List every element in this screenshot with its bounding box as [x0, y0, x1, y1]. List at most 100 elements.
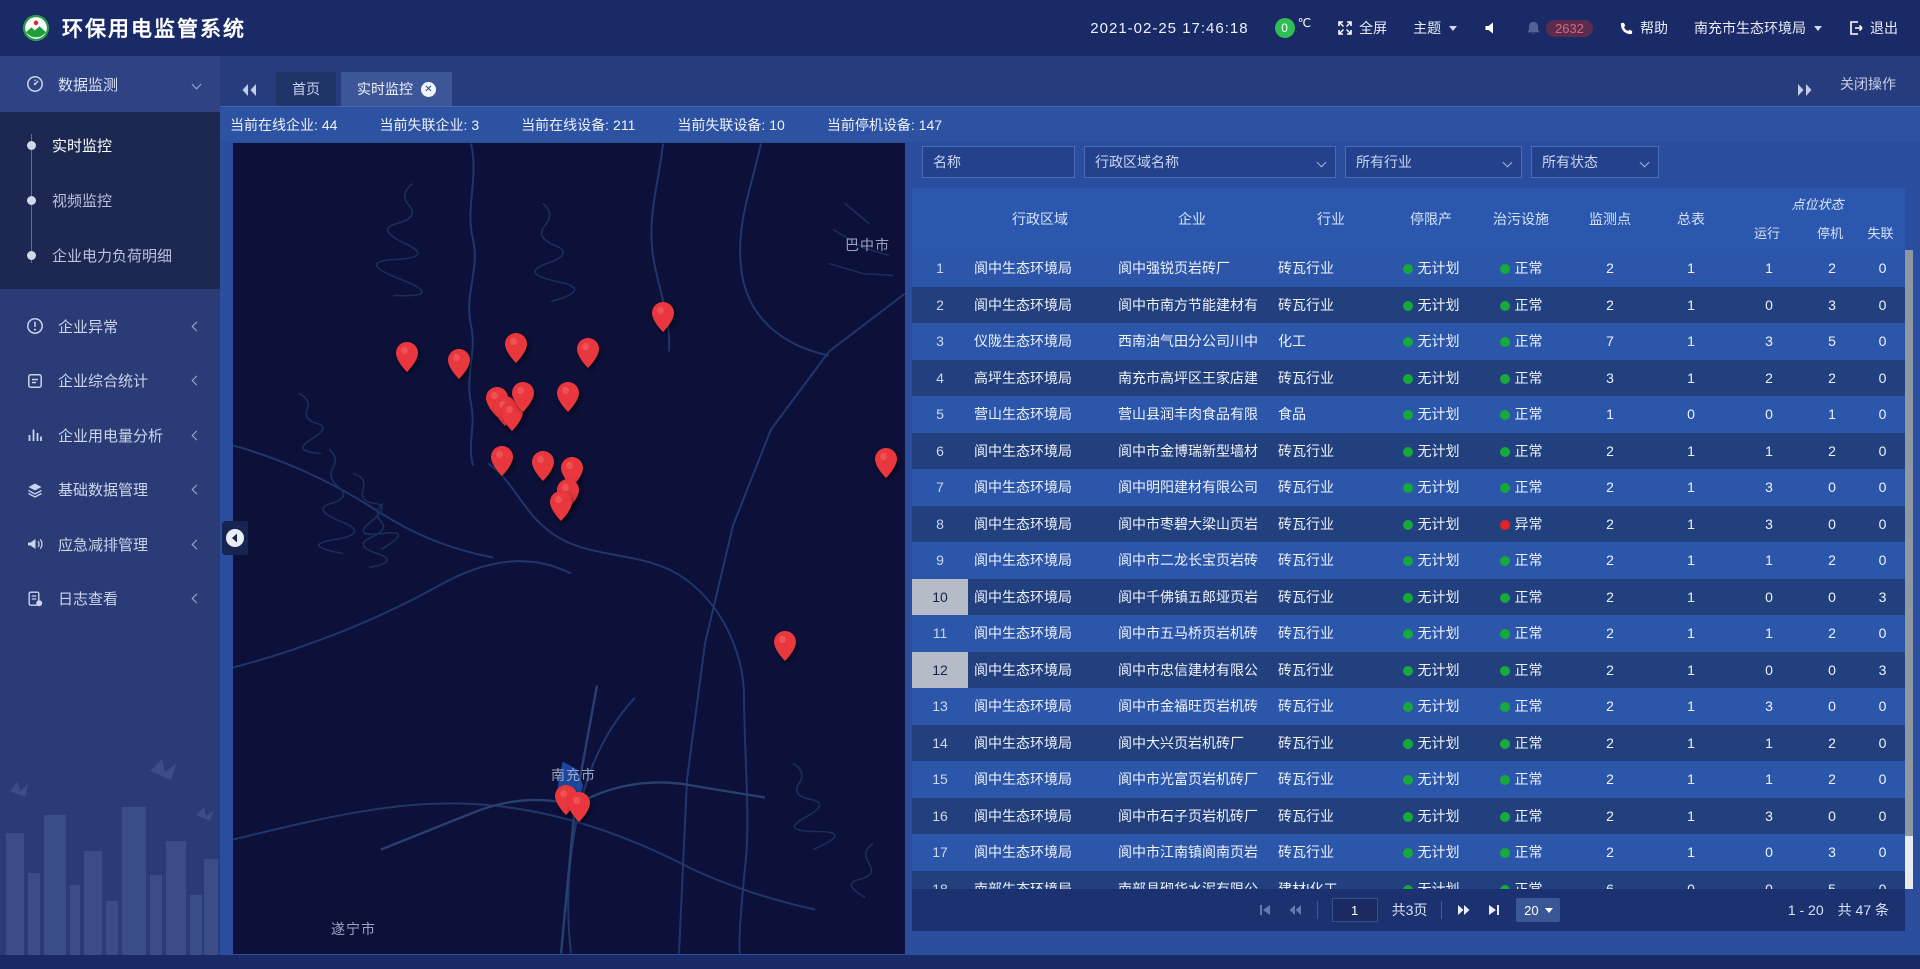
row-lost: 0 [1858, 735, 1905, 751]
tab-realtime-monitoring[interactable]: 实时监控 ✕ [341, 72, 452, 106]
prev-page-icon[interactable] [1287, 902, 1303, 918]
row-meter: 1 [1650, 443, 1732, 459]
region-select[interactable]: 行政区域名称 [1084, 146, 1336, 178]
map-pin[interactable] [550, 491, 572, 521]
map-pin[interactable] [532, 451, 554, 481]
row-industry: 砖瓦行业 [1272, 477, 1390, 497]
name-search-input[interactable] [922, 146, 1075, 178]
close-operations-button[interactable]: 关闭操作 [1840, 74, 1896, 94]
close-icon[interactable]: ✕ [421, 82, 436, 97]
chevron-left-circle-icon [225, 528, 245, 548]
logout-button[interactable]: 退出 [1848, 18, 1898, 38]
map-pin[interactable] [774, 631, 796, 661]
table-row[interactable]: 1 阆中生态环境局 阆中强锐页岩砖厂 砖瓦行业 无计划 正常 2 1 1 2 0 [912, 250, 1905, 287]
stat-value: 211 [613, 117, 635, 133]
status-dot [1403, 410, 1413, 420]
table-row[interactable]: 4 高坪生态环境局 南充市高坪区王家店建 砖瓦行业 无计划 正常 3 1 2 2… [912, 360, 1905, 397]
sidebar-item-realtime-monitoring[interactable]: 实时监控 [0, 118, 220, 173]
table-row[interactable]: 6 阆中生态环境局 阆中市金博瑞新型墙材 砖瓦行业 无计划 正常 2 1 1 2… [912, 433, 1905, 470]
sidebar-item-emergency-reduction[interactable]: 应急减排管理 [0, 517, 220, 572]
row-points: 2 [1570, 297, 1650, 313]
last-page-icon[interactable] [1486, 902, 1502, 918]
first-page-icon[interactable] [1257, 902, 1273, 918]
page-size-select[interactable]: 20 [1516, 898, 1560, 922]
status-dot [1500, 629, 1510, 639]
map-panel[interactable]: 巴中市 南充市 遂宁市 [233, 143, 905, 954]
row-region: 阆中生态环境局 [968, 587, 1112, 607]
table-body: 1 阆中生态环境局 阆中强锐页岩砖厂 砖瓦行业 无计划 正常 2 1 1 2 0… [912, 250, 1905, 889]
sidebar-item-video-monitoring[interactable]: 视频监控 [0, 173, 220, 228]
next-page-icon[interactable] [1456, 902, 1472, 918]
table-row[interactable]: 9 阆中生态环境局 阆中市二龙长宝页岩砖 砖瓦行业 无计划 正常 2 1 1 2… [912, 542, 1905, 579]
map-pin[interactable] [557, 382, 579, 412]
table-row[interactable]: 5 营山生态环境局 营山县润丰肉食品有限 食品 无计划 正常 1 0 0 1 0 [912, 396, 1905, 433]
table-row[interactable]: 13 阆中生态环境局 阆中市金福旺页岩机砖 砖瓦行业 无计划 正常 2 1 3 … [912, 688, 1905, 725]
row-index: 18 [912, 871, 968, 890]
status-select[interactable]: 所有状态 [1531, 146, 1659, 178]
sidebar-item-enterprise-statistics[interactable]: 企业综合统计 [0, 354, 220, 409]
fullscreen-button[interactable]: 全屏 [1337, 18, 1387, 38]
row-region: 阆中生态环境局 [968, 550, 1112, 570]
table-row[interactable]: 14 阆中生态环境局 阆中大兴页岩机砖厂 砖瓦行业 无计划 正常 2 1 1 2… [912, 725, 1905, 762]
map-pin[interactable] [652, 302, 674, 332]
sidebar-item-base-data[interactable]: 基础数据管理 [0, 463, 220, 518]
table-row[interactable]: 12 阆中生态环境局 阆中市忠信建材有限公 砖瓦行业 无计划 正常 2 1 0 … [912, 652, 1905, 689]
table-row[interactable]: 8 阆中生态环境局 阆中市枣碧大梁山页岩 砖瓦行业 无计划 异常 2 1 3 0… [912, 506, 1905, 543]
sidebar-item-enterprise-abnormal[interactable]: 企业异常 [0, 299, 220, 354]
table-row[interactable]: 7 阆中生态环境局 阆中明阳建材有限公司 砖瓦行业 无计划 正常 2 1 3 0… [912, 469, 1905, 506]
map-pin[interactable] [448, 349, 470, 379]
row-company: 阆中市江南镇阆南页岩 [1112, 842, 1272, 862]
tabs-scroll-left-icon[interactable] [240, 82, 258, 98]
table-scrollbar[interactable] [1905, 250, 1913, 889]
user-org-dropdown[interactable]: 南充市生态环境局 [1694, 18, 1822, 38]
help-button[interactable]: 帮助 [1619, 18, 1668, 38]
map-pin[interactable] [568, 792, 590, 822]
map-pin[interactable] [491, 446, 513, 476]
industry-select[interactable]: 所有行业 [1345, 146, 1522, 178]
notifications-button[interactable]: 2632 [1525, 20, 1593, 37]
status-dot [1500, 593, 1510, 603]
theme-dropdown[interactable]: 主题 [1413, 18, 1457, 38]
row-stop: 0 [1806, 662, 1858, 678]
table-row[interactable]: 3 仪陇生态环境局 西南油气田分公司川中 化工 无计划 正常 7 1 3 5 0 [912, 323, 1905, 360]
sidebar-item-power-load-detail[interactable]: 企业电力负荷明细 [0, 228, 220, 283]
map-pin[interactable] [875, 448, 897, 478]
help-label: 帮助 [1640, 18, 1668, 38]
table-row[interactable]: 16 阆中生态环境局 阆中市石子页岩机砖厂 砖瓦行业 无计划 正常 2 1 3 … [912, 798, 1905, 835]
table-row[interactable]: 2 阆中生态环境局 阆中市南方节能建材有 砖瓦行业 无计划 正常 2 1 0 3… [912, 287, 1905, 324]
row-company: 阆中明阳建材有限公司 [1112, 477, 1272, 497]
sidebar-item-electricity-analysis[interactable]: 企业用电量分析 [0, 408, 220, 463]
row-industry: 砖瓦行业 [1272, 587, 1390, 607]
table-row[interactable]: 10 阆中生态环境局 阆中千佛镇五郎垭页岩 砖瓦行业 无计划 正常 2 1 0 … [912, 579, 1905, 616]
status-dot [1403, 556, 1413, 566]
tabs-scroll-right-icon[interactable] [1796, 82, 1814, 98]
row-index: 6 [912, 433, 968, 470]
row-facility-status: 正常 [1472, 623, 1570, 643]
mute-button[interactable] [1483, 20, 1499, 36]
scrollbar-thumb[interactable] [1905, 250, 1913, 836]
table-row[interactable]: 17 阆中生态环境局 阆中市江南镇阆南页岩 砖瓦行业 无计划 正常 2 1 0 … [912, 834, 1905, 871]
row-lost: 0 [1858, 479, 1905, 495]
row-lost: 0 [1858, 808, 1905, 824]
map-pin[interactable] [512, 382, 534, 412]
map-pin[interactable] [577, 338, 599, 368]
sidebar-item-log-view[interactable]: 日志查看 [0, 572, 220, 627]
table-row[interactable]: 18 南部生态环境局 南部县砌华水泥有限公 建材|化工 无计划 正常 6 0 0… [912, 871, 1905, 890]
table-row[interactable]: 15 阆中生态环境局 阆中市光富页岩机砖厂 砖瓦行业 无计划 正常 2 1 1 … [912, 761, 1905, 798]
row-lost: 0 [1858, 698, 1905, 714]
row-stop: 0 [1806, 516, 1858, 532]
row-region: 阆中生态环境局 [968, 477, 1112, 497]
map-pin[interactable] [396, 342, 418, 372]
sidebar-item-data-monitoring[interactable]: 数据监测 [0, 56, 220, 112]
page-number-input[interactable] [1332, 898, 1378, 922]
row-stop: 2 [1806, 735, 1858, 751]
tab-home[interactable]: 首页 [276, 72, 336, 106]
map-pin-icon [774, 631, 796, 661]
map-collapse-button[interactable] [222, 521, 248, 555]
table-row[interactable]: 11 阆中生态环境局 阆中市五马桥页岩机砖 砖瓦行业 无计划 正常 2 1 1 … [912, 615, 1905, 652]
logout-icon [1848, 20, 1864, 36]
row-run: 0 [1732, 406, 1806, 422]
row-index: 17 [912, 834, 968, 871]
map-pin[interactable] [505, 333, 527, 363]
row-region: 高坪生态环境局 [968, 368, 1112, 388]
